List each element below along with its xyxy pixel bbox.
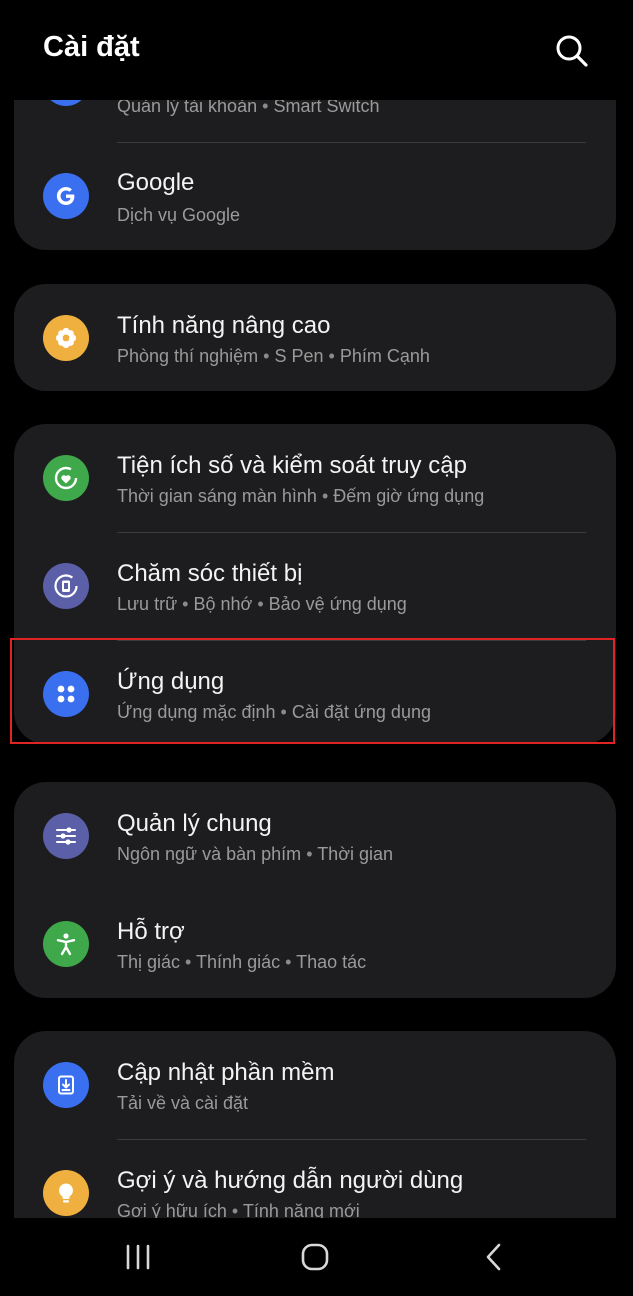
- item-sub: Thời gian sáng màn hình: [117, 486, 317, 506]
- item-sub: Phòng thí nghiệm: [117, 346, 259, 366]
- accessibility-icon: [43, 921, 89, 967]
- page-title: Cài đặt: [43, 31, 140, 63]
- sliders-icon: [43, 813, 89, 859]
- item-label: Google: [117, 169, 195, 196]
- lightbulb-icon: [43, 1170, 89, 1216]
- app-header: Cài đặt: [0, 0, 633, 100]
- item-label: Hỗ trợ: [117, 918, 185, 945]
- item-sub: Ứng dụng mặc định: [117, 702, 276, 722]
- item-sub: Lưu trữ: [117, 594, 178, 614]
- settings-item-tips[interactable]: Gợi ý và hướng dẫn người dùng Gợi ý hữu …: [14, 1139, 616, 1218]
- item-sub: Bảo vệ ứng dụng: [268, 594, 407, 614]
- navigation-bar: [0, 1218, 633, 1296]
- download-icon: [43, 1062, 89, 1108]
- settings-item-device-care[interactable]: Chăm sóc thiết bị Lưu trữ • Bộ nhớ • Bảo…: [14, 532, 616, 640]
- apps-grid-icon: [43, 671, 89, 717]
- settings-group-device: Tiện ích số và kiểm soát truy cập Thời g…: [14, 424, 616, 744]
- device-care-icon: [43, 563, 89, 609]
- settings-item-general[interactable]: Quản lý chung Ngôn ngữ và bàn phím • Thờ…: [14, 782, 616, 890]
- item-sub: Tải về và cài đặt: [117, 1093, 249, 1113]
- item-sub: Tính năng mới: [242, 1201, 360, 1218]
- item-label: Quản lý chung: [117, 810, 272, 837]
- heart-ring-icon: [43, 455, 89, 501]
- item-sub: Đếm giờ ứng dụng: [333, 486, 485, 506]
- settings-group-support: Cập nhật phần mềm Tải về và cài đặt Gợi …: [14, 1031, 616, 1218]
- item-sub: Thính giác: [196, 952, 281, 972]
- item-sub: Thao tác: [296, 952, 367, 972]
- settings-item-apps[interactable]: Ứng dụng Ứng dụng mặc định • Cài đặt ứng…: [14, 640, 616, 744]
- item-label: Tiện ích số và kiểm soát truy cập: [117, 452, 467, 479]
- item-sub: Gợi ý hữu ích: [117, 1201, 227, 1218]
- recents-icon[interactable]: [116, 1236, 160, 1278]
- item-label: Chăm sóc thiết bị: [117, 560, 303, 587]
- settings-group-advanced: Tính năng nâng cao Phòng thí nghiệm • S …: [14, 284, 616, 391]
- settings-group-general: Quản lý chung Ngôn ngữ và bàn phím • Thờ…: [14, 782, 616, 998]
- item-sub: Ngôn ngữ và bàn phím: [117, 844, 302, 864]
- settings-item-advanced[interactable]: Tính năng nâng cao Phòng thí nghiệm • S …: [14, 284, 616, 391]
- item-sub: Dịch vụ Google: [117, 205, 241, 225]
- settings-item-google[interactable]: Google Dịch vụ Google: [14, 143, 616, 250]
- settings-item-wellbeing[interactable]: Tiện ích số và kiểm soát truy cập Thời g…: [14, 424, 616, 532]
- back-icon[interactable]: [472, 1236, 516, 1278]
- item-sub: Bộ nhớ: [193, 594, 253, 614]
- item-label: Gợi ý và hướng dẫn người dùng: [117, 1167, 464, 1194]
- gear-flower-icon: [43, 315, 89, 361]
- item-sub: Thị giác: [117, 952, 181, 972]
- home-icon[interactable]: [293, 1236, 337, 1278]
- google-icon: [43, 173, 89, 219]
- item-label: Ứng dụng: [117, 668, 225, 695]
- item-sub: S Pen: [274, 346, 324, 366]
- search-icon[interactable]: [553, 32, 591, 70]
- item-label: Tính năng nâng cao: [117, 312, 331, 339]
- item-sub: Thời gian: [317, 844, 394, 864]
- item-sub: Phím Cạnh: [339, 346, 430, 366]
- settings-item-software-update[interactable]: Cập nhật phần mềm Tải về và cài đặt: [14, 1031, 616, 1139]
- item-label: Cập nhật phần mềm: [117, 1059, 335, 1086]
- settings-item-accessibility[interactable]: Hỗ trợ Thị giác • Thính giác • Thao tác: [14, 890, 616, 998]
- item-sub: Cài đặt ứng dụng: [291, 702, 431, 722]
